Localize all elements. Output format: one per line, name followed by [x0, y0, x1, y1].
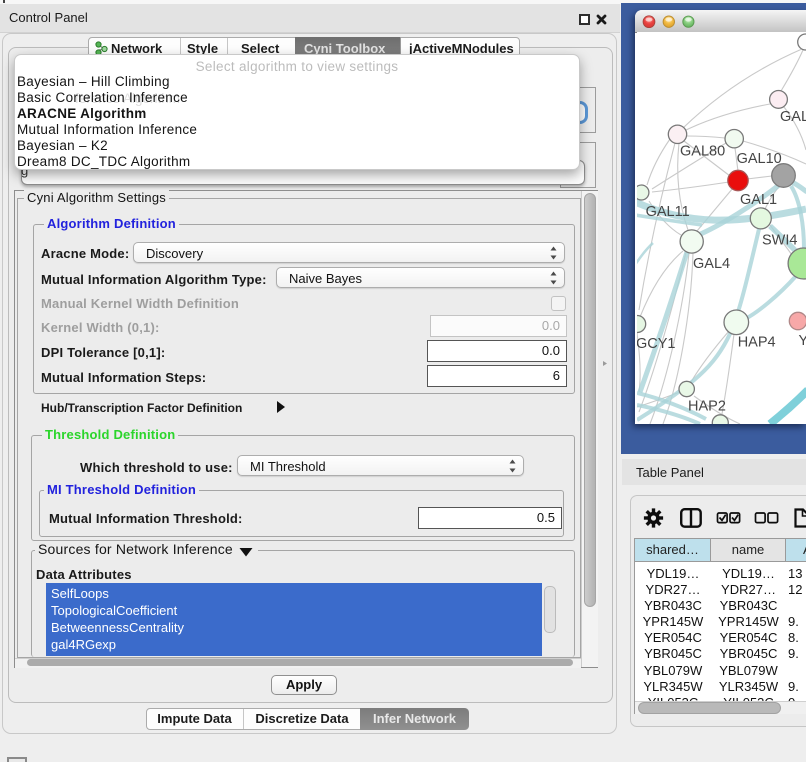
- svg-text:GAL4: GAL4: [693, 256, 730, 272]
- svg-text:HAP4: HAP4: [738, 335, 776, 351]
- svg-text:GAL1: GAL1: [740, 192, 777, 208]
- svg-text:GCY1: GCY1: [637, 336, 676, 352]
- svg-text:GAL11: GAL11: [646, 204, 690, 220]
- svg-text:GAL80: GAL80: [680, 144, 725, 160]
- svg-text:Y: Y: [799, 333, 806, 349]
- svg-text:GAL2: GAL2: [780, 109, 806, 125]
- svg-text:HAP2: HAP2: [688, 399, 726, 415]
- svg-text:GAL10: GAL10: [737, 151, 782, 167]
- svg-text:SWI4: SWI4: [762, 233, 797, 249]
